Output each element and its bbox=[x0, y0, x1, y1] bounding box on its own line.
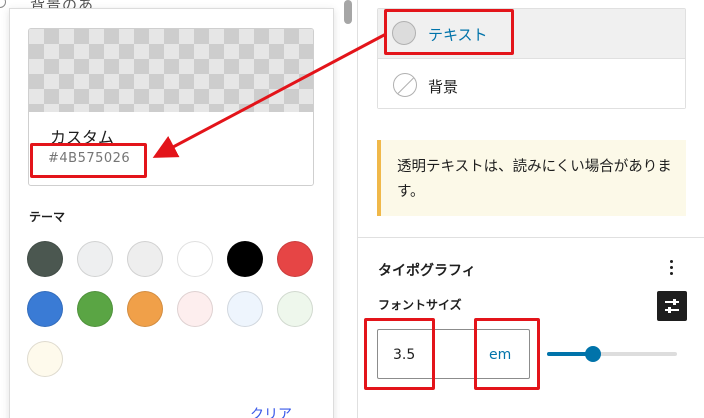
annotation-arrow bbox=[152, 32, 387, 158]
